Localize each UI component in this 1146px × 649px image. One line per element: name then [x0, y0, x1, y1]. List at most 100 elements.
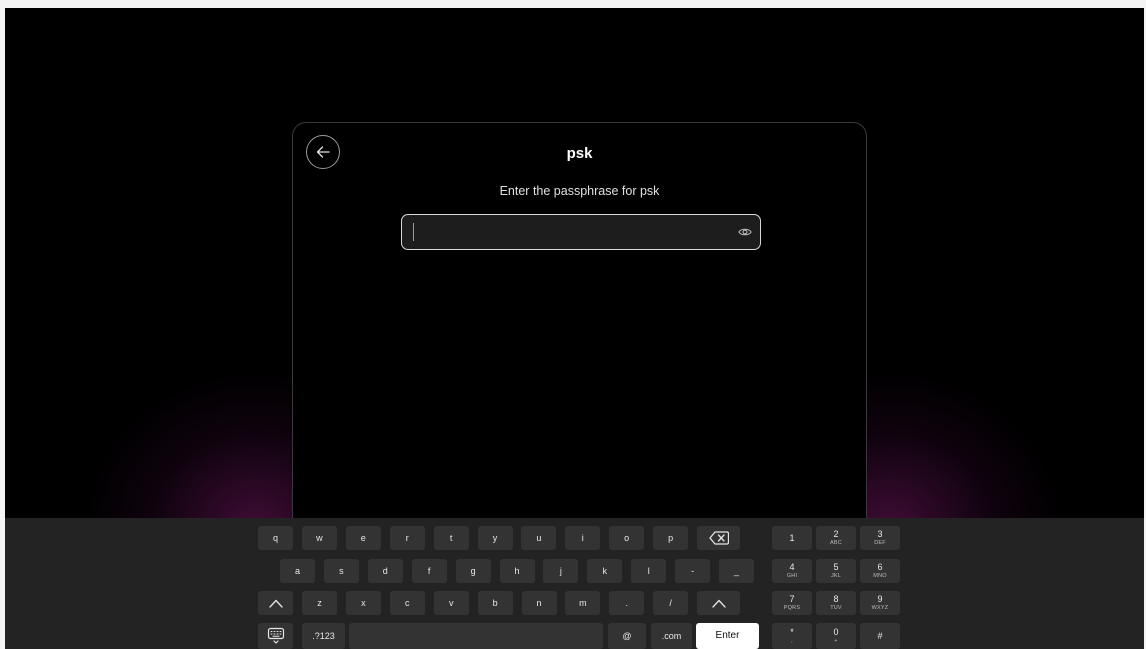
numpad-key-main: 4: [789, 562, 795, 572]
shift-icon: [268, 599, 283, 608]
key-z[interactable]: z: [302, 591, 337, 615]
key-label: g: [470, 565, 476, 576]
numpad-key-main: 8: [833, 594, 839, 604]
key-label: z: [317, 597, 322, 608]
numpad-key-1[interactable]: 1: [772, 526, 812, 550]
key-s[interactable]: s: [323, 559, 359, 583]
key--[interactable]: -: [675, 559, 711, 583]
key-v[interactable]: v: [433, 591, 469, 615]
eye-icon[interactable]: [738, 225, 752, 239]
numpad-key-11[interactable]: 0 +: [816, 623, 856, 649]
key-label: -: [691, 565, 695, 576]
key-w[interactable]: w: [301, 526, 337, 550]
space-key[interactable]: [349, 623, 603, 649]
key-b[interactable]: b: [477, 591, 513, 615]
key-g[interactable]: g: [455, 559, 491, 583]
key-i[interactable]: i: [565, 526, 601, 550]
key-label: v: [448, 597, 454, 608]
key-label: y: [492, 532, 498, 543]
key-f[interactable]: f: [411, 559, 447, 583]
key-label: m: [579, 597, 587, 608]
numpad-key-letters: MNO: [873, 573, 887, 579]
key-t[interactable]: t: [433, 526, 469, 550]
dotcom-key[interactable]: .com: [651, 623, 692, 649]
key-h[interactable]: h: [499, 559, 535, 583]
key-label: e: [360, 532, 366, 543]
numpad-key-main: 5: [833, 562, 839, 572]
key-label: a: [294, 565, 300, 576]
numpad-key-letters: TUV: [830, 605, 842, 611]
key-_[interactable]: _: [719, 559, 754, 583]
symbols-key-label: .?123: [312, 630, 335, 641]
on-screen-keyboard: q w e r t y u i o p a s d f g h j k l - _ z x c v b n m. /: [5, 518, 1144, 649]
key-label: o: [624, 532, 630, 543]
passphrase-input[interactable]: [401, 214, 761, 250]
key-label: l: [647, 565, 650, 576]
numpad-key-main: 9: [877, 594, 883, 604]
hide-keyboard-key[interactable]: [258, 623, 293, 649]
key-label: w: [316, 532, 323, 543]
key-u[interactable]: u: [521, 526, 557, 550]
numpad-key-main: 0: [833, 627, 839, 637]
numpad-key-6[interactable]: 6 MNO: [860, 559, 900, 583]
enter-key[interactable]: Enter: [696, 623, 759, 649]
numpad-key-7[interactable]: 7 PQRS: [772, 591, 812, 615]
key-label: t: [449, 532, 453, 543]
key-n[interactable]: n: [521, 591, 557, 615]
numpad-key-main: 2: [833, 529, 839, 539]
numpad-key-3[interactable]: 3 DEF: [860, 526, 900, 550]
numpad-key-main: 3: [877, 529, 883, 539]
backspace-key[interactable]: [697, 526, 740, 550]
shift-right-key[interactable]: [697, 591, 740, 615]
key-l[interactable]: l: [631, 559, 667, 583]
numpad-key-9[interactable]: 9 WXYZ: [860, 591, 900, 615]
symbols-key[interactable]: .?123: [302, 623, 345, 649]
key-o[interactable]: o: [609, 526, 645, 550]
key-label: .: [625, 597, 629, 608]
key-label: c: [405, 597, 410, 608]
key-q[interactable]: q: [258, 526, 293, 550]
numpad-key-letters: ,: [791, 638, 793, 644]
shift-icon: [711, 599, 726, 608]
key-e[interactable]: e: [345, 526, 381, 550]
numpad-key-letters: PQRS: [783, 605, 801, 611]
key-m[interactable]: m: [565, 591, 601, 615]
key-/[interactable]: /: [653, 591, 689, 615]
numpad-key-main: *: [790, 627, 794, 637]
key-label: p: [668, 532, 674, 543]
numpad-key-letters: +: [834, 638, 838, 644]
key-label: j: [559, 565, 562, 576]
screen: p s k Enter the passphrase for psk q w e r t y u…: [5, 8, 1144, 649]
shift-left-key[interactable]: [258, 591, 293, 615]
key-y[interactable]: y: [477, 526, 513, 550]
key-x[interactable]: x: [345, 591, 381, 615]
numpad-key-5[interactable]: 5 JKL: [816, 559, 856, 583]
numpad-key-10[interactable]: *,: [772, 623, 812, 649]
numpad-key-main: #: [877, 630, 883, 641]
passphrase-dialog: psk Enter the passphrase for psk: [292, 122, 867, 542]
key-label: s: [339, 565, 344, 576]
at-key[interactable]: @: [608, 623, 646, 649]
numpad-key-2[interactable]: 2 ABC: [816, 526, 856, 550]
numpad-key-12[interactable]: #: [860, 623, 900, 649]
key-label: d: [382, 565, 388, 576]
at-key-label: @: [622, 630, 632, 641]
key-label: k: [602, 565, 608, 576]
key-d[interactable]: d: [367, 559, 403, 583]
key-label: b: [492, 597, 498, 608]
keyboard-hide-icon: [267, 627, 284, 644]
key-.[interactable]: .: [609, 591, 645, 615]
key-p[interactable]: p: [653, 526, 689, 550]
key-j[interactable]: j: [543, 559, 579, 583]
key-a[interactable]: a: [280, 559, 315, 583]
numpad-key-main: 6: [877, 562, 883, 572]
key-label: _: [733, 565, 739, 576]
key-r[interactable]: r: [389, 526, 425, 550]
key-k[interactable]: k: [587, 559, 623, 583]
numpad-key-4[interactable]: 4 GHI: [772, 559, 812, 583]
numpad-key-8[interactable]: 8 TUV: [816, 591, 856, 615]
numpad-key-letters: DEF: [874, 540, 886, 546]
key-c[interactable]: c: [389, 591, 425, 615]
dialog-subtitle: Enter the passphrase for psk: [499, 184, 660, 198]
numpad-key-letters: GHI: [786, 573, 798, 579]
